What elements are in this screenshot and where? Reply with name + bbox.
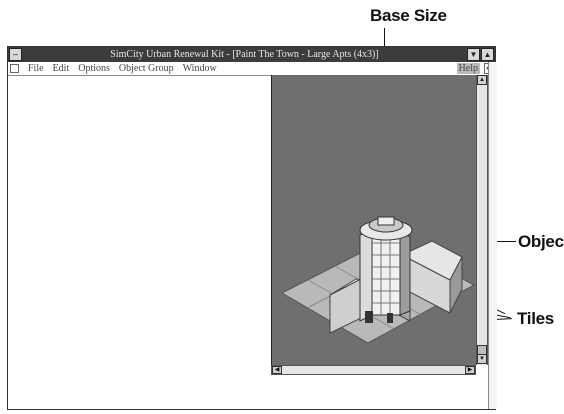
- app-window: – SimCity Urban Renewal Kit - [Paint The…: [7, 46, 497, 410]
- leader-line-base-size: [384, 28, 385, 48]
- document-system-menu-icon[interactable]: [10, 64, 19, 73]
- menu-edit[interactable]: Edit: [53, 63, 70, 74]
- viewport-vertical-scrollbar[interactable]: ▲ ▼: [476, 75, 488, 365]
- building-object-image: [280, 216, 476, 344]
- scroll-up-icon[interactable]: ▲: [477, 75, 487, 85]
- viewport-horizontal-scrollbar[interactable]: ◀ ▶: [271, 365, 476, 375]
- menu-file[interactable]: File: [28, 63, 44, 74]
- system-menu-icon[interactable]: –: [9, 48, 22, 61]
- title-bar: – SimCity Urban Renewal Kit - [Paint The…: [8, 47, 495, 62]
- menu-window[interactable]: Window: [183, 63, 217, 74]
- menu-help[interactable]: Help: [456, 63, 480, 74]
- object-viewport[interactable]: [271, 75, 476, 366]
- scroll-down-icon[interactable]: ▼: [477, 354, 487, 364]
- callout-tiles: Tiles: [517, 309, 554, 328]
- callout-base-size: Base Size: [370, 6, 447, 25]
- menu-object-group[interactable]: Object Group: [119, 63, 174, 74]
- minimize-icon[interactable]: ▼: [467, 48, 480, 61]
- window-scrollbar[interactable]: [488, 62, 497, 409]
- menu-bar: File Edit Options Object Group Window He…: [8, 62, 495, 76]
- scroll-left-icon[interactable]: ◀: [272, 366, 282, 374]
- callout-object: Object: [518, 232, 564, 251]
- maximize-icon[interactable]: ▲: [481, 48, 494, 61]
- scroll-right-icon[interactable]: ▶: [465, 366, 475, 374]
- window-title: SimCity Urban Renewal Kit - [Paint The T…: [110, 49, 379, 60]
- menu-options[interactable]: Options: [78, 63, 110, 74]
